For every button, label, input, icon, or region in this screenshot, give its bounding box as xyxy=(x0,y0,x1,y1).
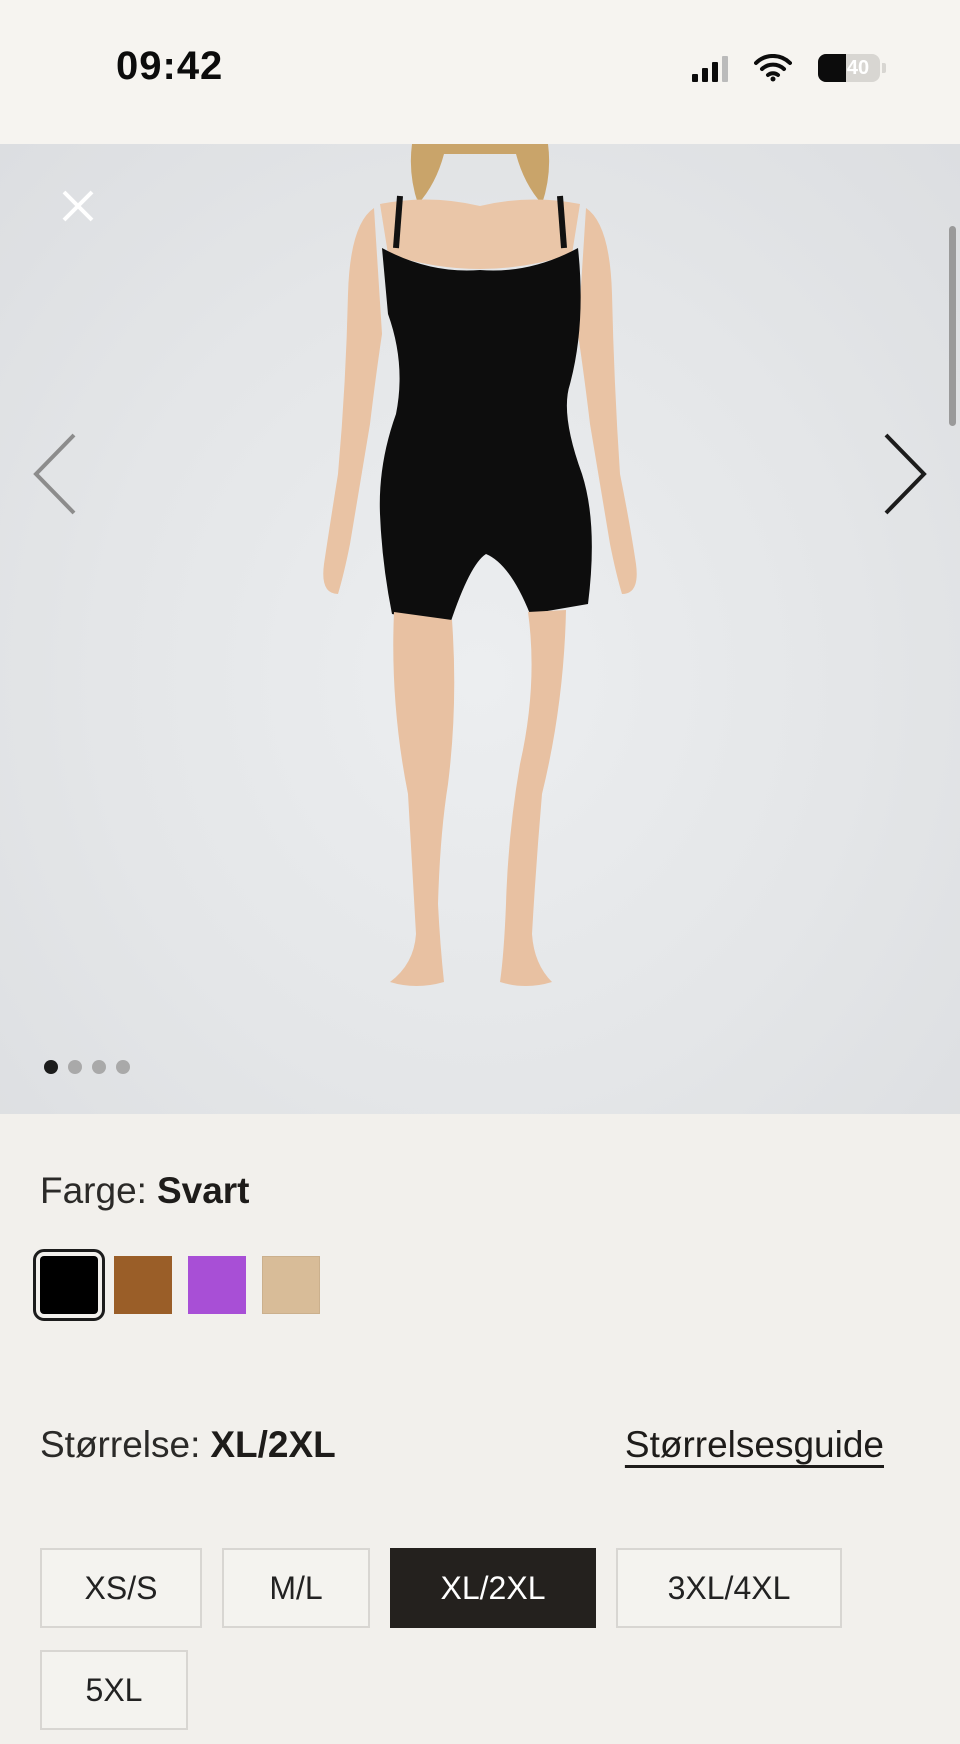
pagination-dot[interactable] xyxy=(44,1060,58,1074)
size-option-m-l[interactable]: M/L xyxy=(222,1548,370,1628)
product-photo xyxy=(323,144,637,986)
previous-image-button[interactable] xyxy=(28,429,84,519)
status-icons: 40 xyxy=(692,54,886,82)
selected-color-name: Svart xyxy=(156,1170,250,1211)
size-option-xl-2xl[interactable]: XL/2XL xyxy=(390,1548,596,1628)
status-bar: 09:42 40 xyxy=(0,0,960,144)
size-selector-header: Størrelse: XL/2XL Størrelsesguide xyxy=(40,1424,884,1466)
color-label: Farge: xyxy=(40,1170,147,1211)
battery-icon: 40 xyxy=(818,54,886,82)
color-swatch-beige[interactable] xyxy=(262,1256,320,1314)
color-label-text: Farge: Svart xyxy=(40,1170,250,1211)
color-swatch-brown[interactable] xyxy=(114,1256,172,1314)
size-option-3xl-4xl[interactable]: 3XL/4XL xyxy=(616,1548,842,1628)
gallery-pagination-dots xyxy=(44,1060,130,1074)
close-button[interactable] xyxy=(58,186,98,226)
color-swatch-purple[interactable] xyxy=(188,1256,246,1314)
chevron-left-icon xyxy=(33,433,76,515)
pagination-dot[interactable] xyxy=(92,1060,106,1074)
chevron-right-icon xyxy=(884,433,927,515)
selected-size-value: XL/2XL xyxy=(210,1424,336,1465)
wifi-icon xyxy=(754,54,792,82)
color-selector-label: Farge: Svart xyxy=(40,1170,250,1212)
size-guide-link[interactable]: Størrelsesguide xyxy=(625,1424,884,1466)
size-label-text: Størrelse: XL/2XL xyxy=(40,1424,336,1466)
size-option-5xl[interactable]: 5XL xyxy=(40,1650,188,1730)
color-swatches xyxy=(33,1249,320,1321)
cellular-signal-icon xyxy=(692,54,728,82)
product-image-gallery[interactable] xyxy=(0,144,960,1114)
scrollbar[interactable] xyxy=(949,226,956,426)
close-icon xyxy=(62,190,94,222)
size-label: Størrelse: xyxy=(40,1424,201,1465)
pagination-dot[interactable] xyxy=(68,1060,82,1074)
battery-level: 40 xyxy=(846,56,870,79)
color-swatch-black[interactable] xyxy=(33,1249,105,1321)
status-time: 09:42 xyxy=(116,44,224,88)
size-option-xs-s[interactable]: XS/S xyxy=(40,1548,202,1628)
next-image-button[interactable] xyxy=(876,429,932,519)
pagination-dot[interactable] xyxy=(116,1060,130,1074)
